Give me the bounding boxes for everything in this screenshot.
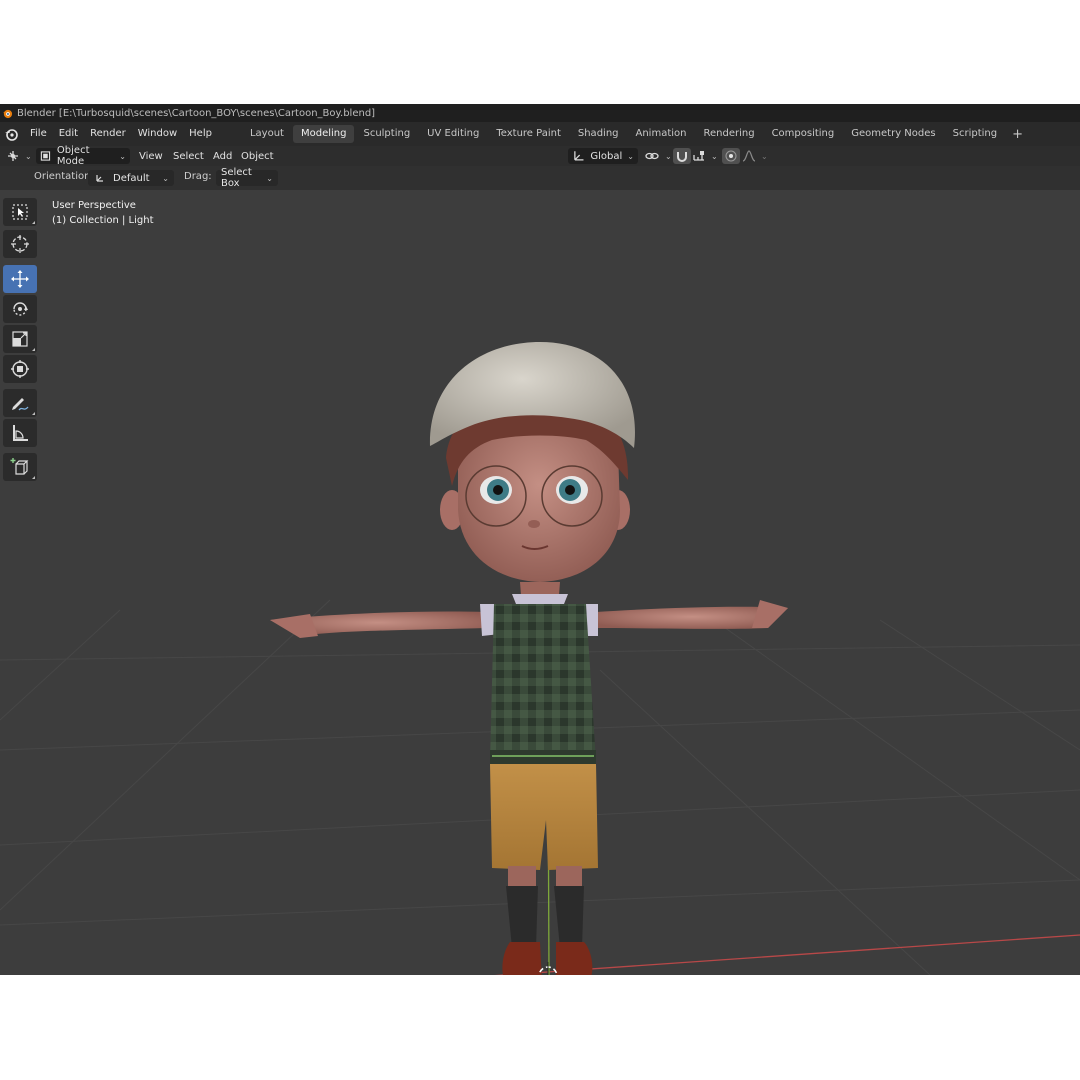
orientation-default-icon [96, 175, 103, 182]
chevron-down-icon: ⌄ [266, 173, 273, 183]
blender-menu-icon[interactable] [4, 127, 18, 141]
mode-select[interactable]: Object Mode ⌄ [36, 145, 130, 167]
menu-file[interactable]: File [24, 122, 53, 146]
link-icon [645, 152, 659, 160]
editor-type-icon [8, 151, 18, 161]
measure-ruler-icon [13, 425, 28, 441]
scale-tool[interactable] [3, 325, 37, 353]
transform-orientation-select[interactable]: Global ⌄ [568, 148, 638, 164]
menu-window[interactable]: Window [132, 122, 183, 146]
perspective-label: User Perspective [52, 200, 136, 211]
move-icon [11, 270, 29, 288]
scale-icon [12, 331, 28, 347]
tab-sculpting[interactable]: Sculpting [355, 125, 418, 143]
tool-corner-indicator [32, 348, 35, 351]
drag-select[interactable]: Select Box ⌄ [216, 167, 278, 189]
proportional-edit-toggle[interactable] [722, 148, 740, 164]
3d-viewport[interactable]: User Perspective (1) Collection | Light [0, 190, 1080, 975]
select-menu[interactable]: Select [173, 148, 204, 164]
object-menu[interactable]: Object [241, 148, 274, 164]
add-cube-icon [10, 458, 29, 475]
tab-compositing[interactable]: Compositing [764, 125, 843, 143]
viewport-scene [0, 342, 1080, 975]
magnet-icon [677, 152, 687, 162]
annotate-pencil-icon [12, 398, 29, 411]
orientation-value: Default [113, 172, 150, 184]
tab-geometry-nodes[interactable]: Geometry Nodes [843, 125, 943, 143]
tool-settings-bar: Orientation: Default ⌄ Drag: Select Box … [0, 166, 1080, 190]
move-tool[interactable] [3, 265, 37, 293]
pivot-point-button[interactable]: ⌄ [644, 148, 672, 164]
drag-label: Drag: [184, 171, 212, 182]
chevron-down-icon: ⌄ [162, 173, 169, 183]
cursor-icon [11, 235, 29, 253]
orientation-label: Orientation: [34, 171, 94, 182]
chevron-down-icon: ⌄ [25, 151, 32, 161]
menu-edit[interactable]: Edit [53, 122, 84, 146]
blender-logo-icon [2, 109, 13, 118]
chevron-down-icon: ⌄ [761, 151, 768, 161]
viewport-info: User Perspective (1) Collection | Light [52, 198, 154, 228]
chevron-down-icon: ⌄ [119, 151, 126, 161]
proportional-falloff-button[interactable]: ⌄ [742, 148, 768, 164]
menu-bar: File Edit Render Window Help Layout Mode… [0, 122, 1080, 146]
blender-window: Blender [E:\Turbosquid\scenes\Cartoon_BO… [0, 104, 1080, 975]
tool-corner-indicator [32, 412, 35, 415]
chevron-down-icon: ⌄ [665, 151, 672, 161]
tab-texture-paint[interactable]: Texture Paint [488, 125, 569, 143]
collection-label: (1) Collection | Light [52, 215, 154, 226]
add-menu[interactable]: Add [213, 148, 232, 164]
chevron-down-icon: ⌄ [711, 151, 718, 161]
transform-tool[interactable] [3, 355, 37, 383]
workspace-tabs: Layout Modeling Sculpting UV Editing Tex… [242, 125, 1029, 143]
snap-target-button[interactable]: ⌄ [692, 148, 718, 164]
rotate-tool[interactable] [3, 295, 37, 323]
orientation-global-label: Global [590, 150, 623, 162]
view-menu[interactable]: View [139, 148, 163, 164]
snap-toggle[interactable] [673, 148, 691, 164]
tab-scripting[interactable]: Scripting [945, 125, 1005, 143]
proportional-edit-icon [725, 150, 737, 162]
viewport-header: ⌄ Object Mode ⌄ View Select Add Object G… [0, 145, 1080, 167]
add-workspace-button[interactable]: + [1006, 127, 1029, 142]
measure-tool[interactable] [3, 419, 37, 447]
tab-shading[interactable]: Shading [570, 125, 627, 143]
drag-value: Select Box [221, 167, 252, 189]
tab-layout[interactable]: Layout [242, 125, 292, 143]
editor-type-button[interactable]: ⌄ [6, 148, 32, 164]
window-title: Blender [E:\Turbosquid\scenes\Cartoon_BO… [17, 107, 376, 119]
annotate-tool[interactable] [3, 389, 37, 417]
rotate-icon [13, 302, 28, 316]
mode-label: Object Mode [56, 145, 90, 167]
select-box-icon [12, 204, 28, 220]
menu-render[interactable]: Render [84, 122, 132, 146]
select-box-tool[interactable] [3, 198, 37, 226]
tab-modeling[interactable]: Modeling [292, 125, 355, 143]
cursor-tool[interactable] [3, 230, 37, 258]
title-bar: Blender [E:\Turbosquid\scenes\Cartoon_BO… [0, 104, 1080, 122]
chevron-down-icon: ⌄ [627, 151, 634, 161]
tab-animation[interactable]: Animation [628, 125, 695, 143]
transform-icon [11, 360, 29, 378]
object-mode-icon [40, 151, 51, 161]
tab-rendering[interactable]: Rendering [695, 125, 762, 143]
tool-corner-indicator [32, 221, 35, 224]
add-cube-tool[interactable] [3, 453, 37, 481]
menu-help[interactable]: Help [183, 122, 218, 146]
axes-icon [574, 151, 584, 161]
tab-uv-editing[interactable]: UV Editing [419, 125, 487, 143]
cartoon-boy-model[interactable] [270, 342, 788, 975]
orientation-select[interactable]: Default ⌄ [88, 170, 174, 186]
falloff-curve-icon [742, 150, 756, 162]
tool-corner-indicator [32, 476, 35, 479]
snap-increment-icon [693, 151, 704, 161]
